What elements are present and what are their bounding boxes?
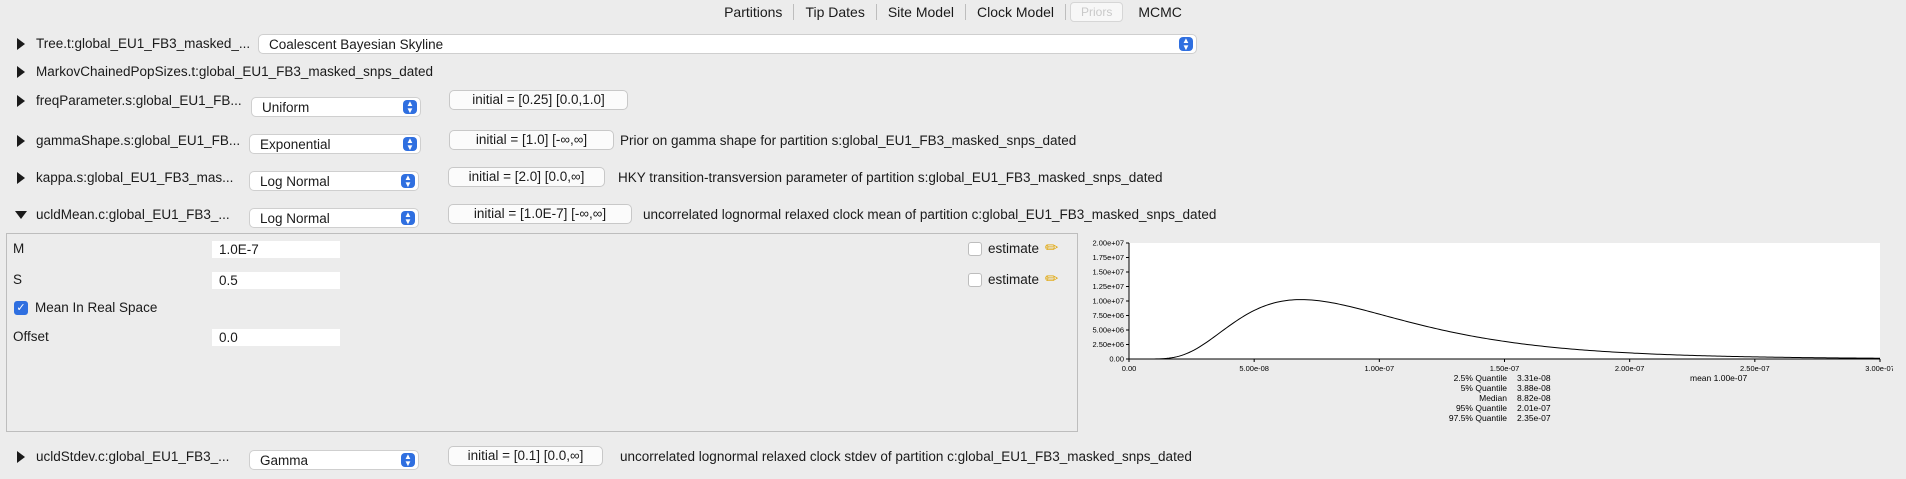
mean-real-space-label: Mean In Real Space — [35, 300, 158, 315]
prior-type-select[interactable]: Log Normal ▲ ▼ — [249, 208, 419, 228]
prior-type-select[interactable]: Coalescent Bayesian Skyline ▲ ▼ — [258, 34, 1197, 54]
select-chevron-icon: ▲ ▼ — [403, 100, 417, 115]
collapse-arrow-icon[interactable] — [15, 211, 27, 219]
tab-mcmc[interactable]: MCMC — [1127, 4, 1193, 20]
initial-button[interactable]: initial = [2.0] [0.0,∞] — [448, 167, 605, 187]
select-value: Coalescent Bayesian Skyline — [269, 37, 444, 52]
prior-type-select[interactable]: Exponential ▲ ▼ — [249, 134, 421, 154]
quantile-value: 2.01e-07 — [1517, 403, 1551, 413]
select-chevron-icon: ▲ ▼ — [401, 174, 415, 189]
mean-label: mean 1.00e-07 — [1690, 373, 1747, 383]
y-tick-label: 1.50e+07 — [1093, 268, 1125, 277]
quantile-value: 3.88e-08 — [1517, 383, 1551, 393]
prior-type-select[interactable]: Log Normal ▲ ▼ — [249, 171, 419, 191]
prior-type-select[interactable]: Gamma ▲ ▼ — [249, 450, 419, 470]
quantile-label: Median — [1479, 393, 1507, 403]
prior-description: Prior on gamma shape for partition s:glo… — [620, 133, 1077, 148]
estimate-s-checkbox[interactable] — [968, 273, 982, 287]
lognormal-parameter-panel: M 1.0E-7 estimate ✏ S 0.5 estimate ✏ ✓ M… — [6, 233, 1078, 432]
estimate-m-checkbox[interactable] — [968, 242, 982, 256]
param-offset-label: Offset — [13, 329, 49, 344]
param-s-input[interactable]: 0.5 — [212, 272, 340, 289]
y-tick-label: 1.75e+07 — [1093, 253, 1125, 262]
initial-button[interactable]: initial = [0.1] [0.0,∞] — [448, 446, 603, 466]
prior-label: ucldMean.c:global_EU1_FB3_... — [36, 207, 230, 222]
prior-label: gammaShape.s:global_EU1_FB... — [36, 133, 241, 148]
prior-row-kappa: kappa.s:global_EU1_FB3_mas... Log Normal… — [0, 163, 1906, 193]
x-tick-label: 0.00 — [1122, 364, 1137, 373]
expand-arrow-icon[interactable] — [17, 66, 25, 78]
expand-arrow-icon[interactable] — [17, 135, 25, 147]
select-value: Gamma — [260, 453, 309, 468]
quantile-label: 5% Quantile — [1461, 383, 1508, 393]
initial-button[interactable]: initial = [1.0E-7] [-∞,∞] — [448, 204, 632, 224]
y-tick-label: 1.25e+07 — [1093, 282, 1125, 291]
y-tick-label: 0.00 — [1109, 355, 1124, 364]
prior-row-tree: Tree.t:global_EU1_FB3_masked_... Coalesc… — [0, 29, 1906, 59]
x-tick-label: 5.00e-08 — [1239, 364, 1269, 373]
prior-density-chart: 0.00 2.50e+06 5.00e+06 7.50e+06 1.00e+07 1.25… — [1093, 239, 1894, 424]
y-tick-label: 1.00e+07 — [1093, 297, 1125, 306]
prior-description: uncorrelated lognormal relaxed clock std… — [620, 449, 1192, 464]
tab-partitions[interactable]: Partitions — [713, 4, 795, 20]
select-value: Log Normal — [260, 211, 330, 226]
select-chevron-icon: ▲ ▼ — [401, 211, 415, 226]
prior-description: uncorrelated lognormal relaxed clock mea… — [643, 207, 1217, 222]
tab-tip-dates[interactable]: Tip Dates — [794, 4, 877, 20]
y-tick-label: 7.50e+06 — [1093, 311, 1125, 320]
quantile-label: 2.5% Quantile — [1454, 373, 1508, 383]
x-tick-label: 2.50e-07 — [1740, 364, 1770, 373]
tab-bar: Partitions Tip Dates Site Model Clock Mo… — [0, 0, 1906, 24]
y-tick-label: 2.50e+06 — [1093, 340, 1125, 349]
y-tick-label: 5.00e+06 — [1093, 326, 1125, 335]
select-value: Log Normal — [260, 174, 330, 189]
select-chevron-icon: ▲ ▼ — [403, 137, 417, 152]
prior-label: Tree.t:global_EU1_FB3_masked_... — [36, 36, 251, 51]
x-tick-label: 2.00e-07 — [1615, 364, 1645, 373]
prior-row-popsizes: MarkovChainedPopSizes.t:global_EU1_FB3_m… — [0, 57, 1906, 87]
quantile-value: 2.35e-07 — [1517, 413, 1551, 423]
pencil-icon[interactable]: ✏ — [1045, 269, 1058, 289]
expand-arrow-icon[interactable] — [17, 38, 25, 50]
prior-label: ucldStdev.c:global_EU1_FB3_... — [36, 449, 230, 464]
estimate-m-label: estimate — [988, 241, 1040, 256]
estimate-s-label: estimate — [988, 272, 1040, 287]
quantile-label: 97.5% Quantile — [1449, 413, 1507, 423]
prior-type-select[interactable]: Uniform ▲ ▼ — [251, 97, 421, 117]
prior-description: HKY transition-transversion parameter of… — [618, 170, 1163, 185]
tab-site-model[interactable]: Site Model — [877, 4, 966, 20]
pencil-icon[interactable]: ✏ — [1045, 238, 1058, 258]
param-offset-input[interactable]: 0.0 — [212, 329, 340, 346]
param-m-label: M — [13, 241, 25, 256]
tab-priors[interactable]: Priors — [1070, 2, 1124, 22]
y-tick-label: 2.00e+07 — [1093, 239, 1125, 248]
prior-row-gamma-shape: gammaShape.s:global_EU1_FB... Exponentia… — [0, 126, 1906, 156]
x-tick-label: 1.50e-07 — [1490, 364, 1520, 373]
prior-label: freqParameter.s:global_EU1_FB... — [36, 93, 242, 108]
select-chevron-icon: ▲ ▼ — [1179, 37, 1193, 52]
prior-label: kappa.s:global_EU1_FB3_mas... — [36, 170, 234, 185]
prior-row-ucld-stdev: ucldStdev.c:global_EU1_FB3_... Gamma ▲ ▼ … — [0, 442, 1906, 472]
x-tick-label: 1.00e-07 — [1365, 364, 1395, 373]
initial-button[interactable]: initial = [1.0] [-∞,∞] — [449, 130, 614, 150]
quantile-label: 95% Quantile — [1456, 403, 1507, 413]
initial-button[interactable]: initial = [0.25] [0.0,1.0] — [449, 90, 628, 110]
prior-row-ucld-mean: ucldMean.c:global_EU1_FB3_... Log Normal… — [0, 200, 1906, 230]
expand-arrow-icon[interactable] — [17, 451, 25, 463]
mean-real-space-checkbox[interactable]: ✓ — [14, 301, 28, 315]
prior-label: MarkovChainedPopSizes.t:global_EU1_FB3_m… — [36, 64, 433, 79]
prior-row-freq: freqParameter.s:global_EU1_FB... Uniform… — [0, 86, 1906, 117]
quantile-value: 8.82e-08 — [1517, 393, 1551, 403]
select-chevron-icon: ▲ ▼ — [401, 453, 415, 468]
select-value: Uniform — [262, 100, 310, 115]
tab-clock-model[interactable]: Clock Model — [966, 4, 1067, 20]
quantile-value: 3.31e-08 — [1517, 373, 1551, 383]
x-tick-label: 3.00e-07 — [1865, 364, 1893, 373]
expand-arrow-icon[interactable] — [17, 172, 25, 184]
expand-arrow-icon[interactable] — [17, 95, 25, 107]
param-s-label: S — [13, 272, 23, 287]
select-value: Exponential — [260, 137, 331, 152]
param-m-input[interactable]: 1.0E-7 — [212, 241, 340, 258]
